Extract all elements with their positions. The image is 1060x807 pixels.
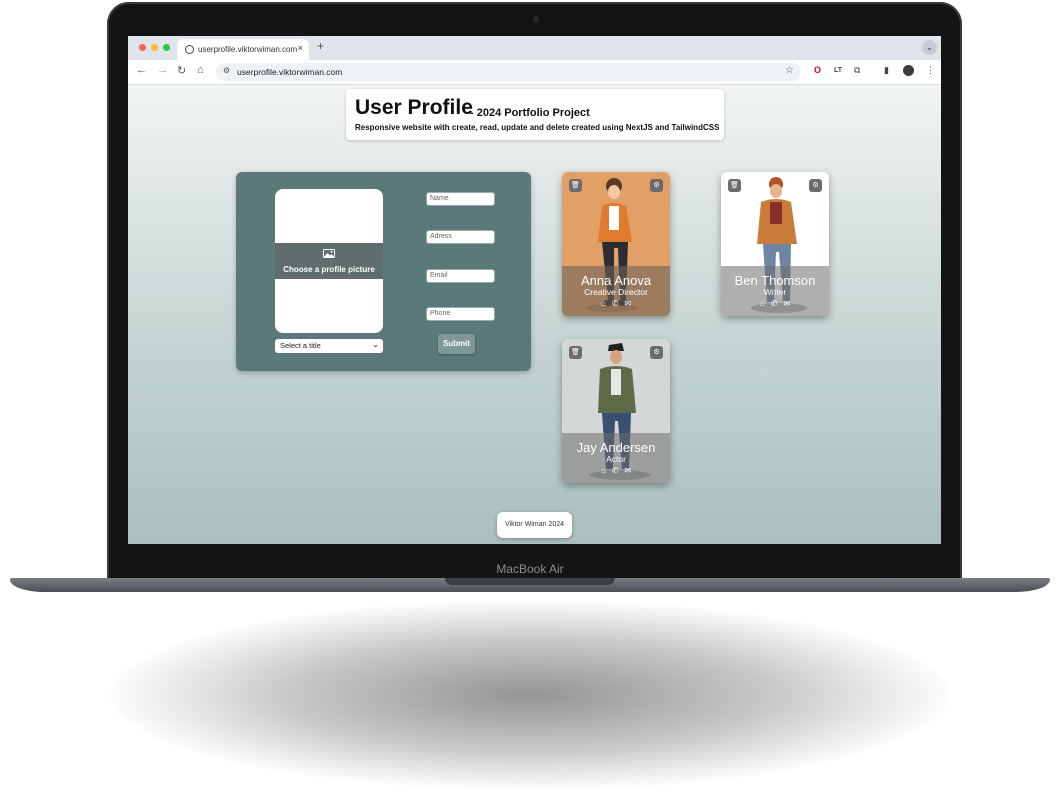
phone-input[interactable]: Phone	[426, 307, 495, 321]
avatar[interactable]	[903, 65, 914, 76]
image-icon	[323, 249, 335, 258]
page-header: User Profile - 2024 Portfolio Project Re…	[346, 89, 724, 140]
back-arrow-icon[interactable]: ←	[136, 64, 147, 76]
browser-toolbar: ← → ↻ ⌂ ⚙ userprofile.viktorwiman.com ☆ …	[128, 60, 941, 85]
name-input[interactable]: Name	[426, 192, 495, 206]
close-window-button[interactable]	[139, 44, 146, 51]
laptop-notch	[445, 578, 615, 585]
address-input[interactable]: Adress	[426, 230, 495, 244]
mail-icon[interactable]: ✉	[783, 299, 790, 308]
card-actions: ⌂ ✆ ✉	[721, 299, 829, 308]
tab-label: userprofile.viktorwiman.com	[198, 45, 298, 54]
profile-card[interactable]: 🗑 ⚙ Jay Andersen Actor ⌂ ✆ ✉	[562, 339, 670, 483]
trash-icon[interactable]: 🗑	[569, 179, 582, 192]
maximize-window-button[interactable]	[163, 44, 170, 51]
card-actions: ⌂ ✆ ✉	[562, 299, 670, 308]
card-actions: ⌂ ✆ ✉	[562, 466, 670, 475]
menu-dots-icon[interactable]: ⋮	[926, 65, 935, 76]
title-select[interactable]: Select a title ⌄	[275, 339, 383, 353]
sliders-icon[interactable]: ⚙	[650, 346, 663, 359]
profile-card[interactable]: 🗑 ⚙ Anna Anova Creative Director ⌂ ✆ ✉	[562, 172, 670, 316]
extension-icon[interactable]: LT	[834, 67, 842, 74]
minimize-window-button[interactable]	[151, 44, 158, 51]
mail-icon[interactable]: ✉	[624, 466, 631, 475]
tab-search-chevron-icon[interactable]: ⌄	[922, 40, 937, 55]
address-bar[interactable]: ⚙ userprofile.viktorwiman.com ☆	[216, 63, 801, 81]
url-text: userprofile.viktorwiman.com	[237, 67, 343, 77]
screen: userprofile.viktorwiman.com × + ⌄ ← → ↻ …	[128, 36, 941, 544]
site-settings-icon[interactable]: ⚙	[223, 66, 230, 75]
profile-picture-upload[interactable]: Choose a profile picture	[275, 189, 383, 333]
card-role: Writer	[763, 287, 787, 297]
close-tab-icon[interactable]: ×	[298, 43, 303, 53]
photo-label: Choose a profile picture	[283, 265, 375, 274]
email-input[interactable]: Email	[426, 269, 495, 283]
submit-button[interactable]: Submit	[438, 334, 475, 354]
card-overlay: Jay Andersen Actor ⌂ ✆ ✉	[562, 433, 670, 483]
chevron-down-icon: ⌄	[372, 340, 379, 349]
home-icon[interactable]: ⌂	[601, 466, 606, 475]
phone-icon[interactable]: ✆	[612, 466, 619, 475]
new-tab-button[interactable]: +	[317, 39, 324, 53]
sliders-icon[interactable]: ⚙	[809, 179, 822, 192]
profile-card[interactable]: 🗑 ⚙ Ben Thomson Writer ⌂ ✆ ✉	[721, 172, 829, 316]
page-subtitle: - 2024 Portfolio Project	[470, 107, 590, 119]
forward-arrow-icon[interactable]: →	[157, 64, 168, 76]
sliders-icon[interactable]: ⚙	[650, 179, 663, 192]
tab-userprofile[interactable]: userprofile.viktorwiman.com ×	[177, 39, 309, 60]
phone-placeholder: Phone	[430, 310, 451, 317]
phone-icon[interactable]: ✆	[612, 299, 619, 308]
camera-dot	[533, 16, 539, 22]
address-placeholder: Adress	[430, 233, 452, 240]
page-description: Responsive website with create, read, up…	[355, 123, 720, 132]
trash-icon[interactable]: 🗑	[728, 179, 741, 192]
opera-extension-icon[interactable]: O	[814, 65, 821, 75]
side-panel-icon[interactable]: ▮	[884, 65, 889, 76]
email-placeholder: Email	[430, 272, 448, 279]
laptop-shadow	[110, 600, 950, 790]
globe-icon	[185, 45, 194, 54]
mail-icon[interactable]: ✉	[624, 299, 631, 308]
card-name: Jay Andersen	[576, 440, 656, 455]
card-role: Actor	[606, 454, 626, 464]
select-value: Select a title	[280, 341, 321, 350]
card-role: Creative Director	[584, 287, 648, 297]
trash-icon[interactable]: 🗑	[569, 346, 582, 359]
puzzle-extensions-icon[interactable]: ⧉	[854, 65, 860, 76]
device-label: MacBook Air	[496, 562, 564, 576]
card-name: Anna Anova	[580, 273, 652, 288]
reload-icon[interactable]: ↻	[177, 64, 186, 77]
bookmark-star-icon[interactable]: ☆	[785, 65, 794, 76]
card-overlay: Anna Anova Creative Director ⌂ ✆ ✉	[562, 266, 670, 316]
footer-credit: Viktor Wiman 2024	[497, 512, 572, 538]
home-icon[interactable]: ⌂	[601, 299, 606, 308]
phone-icon[interactable]: ✆	[771, 299, 778, 308]
page-content: User Profile - 2024 Portfolio Project Re…	[128, 85, 941, 544]
page-title: User Profile	[355, 96, 473, 119]
card-overlay: Ben Thomson Writer ⌂ ✆ ✉	[721, 266, 829, 316]
card-name: Ben Thomson	[734, 273, 816, 288]
tab-bar: userprofile.viktorwiman.com × + ⌄	[128, 36, 941, 60]
home-icon[interactable]: ⌂	[197, 64, 204, 76]
name-placeholder: Name	[430, 195, 449, 202]
home-icon[interactable]: ⌂	[760, 299, 765, 308]
profile-form: Choose a profile picture Select a title …	[236, 172, 531, 371]
